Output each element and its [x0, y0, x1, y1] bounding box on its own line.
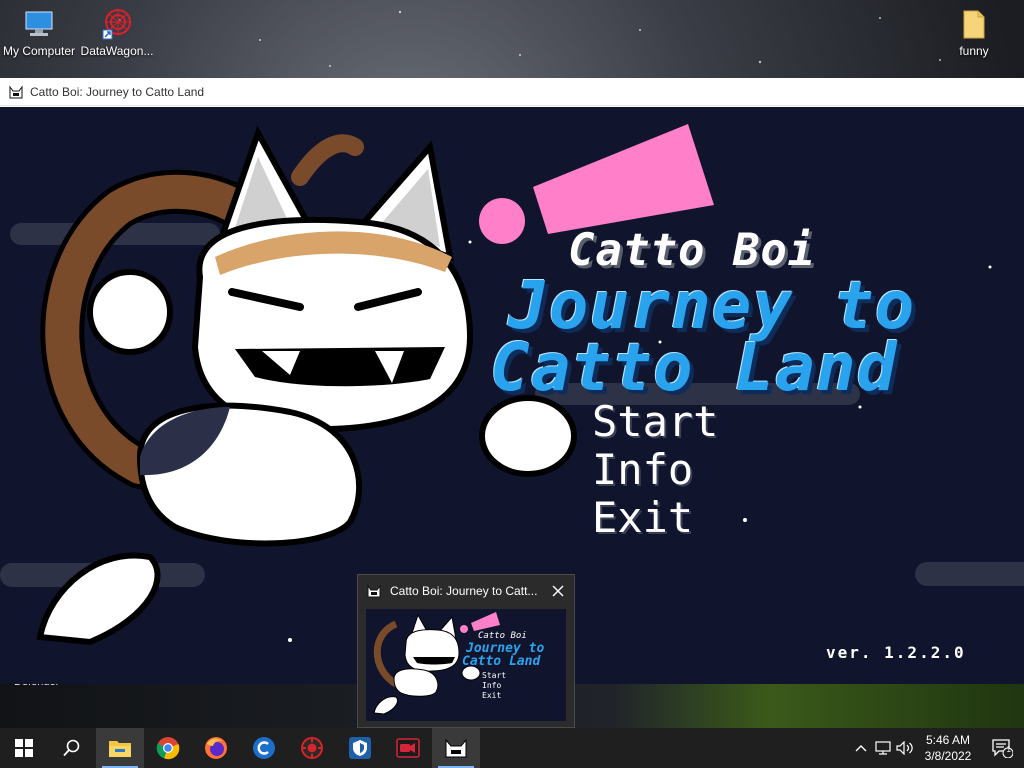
search-button[interactable]	[48, 728, 96, 768]
start-icon	[15, 739, 33, 757]
preview-title: Catto Boi: Journey to Catt...	[390, 584, 538, 598]
desktop-icon-funny-folder[interactable]: funny	[935, 8, 1013, 58]
ccleaner-icon	[253, 737, 275, 759]
preview-menu: Start Info Exit	[482, 671, 506, 701]
game-title-line2: Catto Land	[490, 329, 898, 406]
preview-title-small: Catto Boi	[478, 631, 527, 641]
volume-icon	[896, 741, 913, 755]
preview-thumbnail[interactable]: Catto Boi Journey to Catto Land Start In…	[366, 609, 566, 721]
catto-app-icon	[9, 85, 23, 98]
pink-circle	[479, 198, 525, 244]
start-button[interactable]	[0, 728, 48, 768]
video-recorder-icon	[396, 738, 420, 758]
chrome-icon	[156, 737, 180, 760]
file-explorer-icon	[109, 741, 131, 757]
clock-date: 3/8/2022	[924, 749, 972, 763]
version-label: ver. 1.2.2.0	[826, 643, 966, 662]
folder-icon	[963, 10, 985, 39]
antivirus-icon	[301, 737, 323, 759]
preview-title-line2: Catto Land	[462, 654, 541, 669]
chevron-up-icon	[855, 745, 867, 752]
notification-count-badge: 1	[1006, 745, 1011, 754]
menu-exit-button[interactable]: Exit	[592, 493, 693, 542]
vpn-shield-icon	[349, 737, 371, 759]
catto-app-icon	[367, 584, 381, 598]
taskbar-file-explorer[interactable]	[96, 728, 144, 768]
window-titlebar[interactable]: Catto Boi: Journey to Catto Land	[0, 78, 1024, 106]
preview-menu-exit: Exit	[482, 691, 502, 700]
tray-volume-button[interactable]	[894, 728, 916, 768]
network-icon	[875, 741, 891, 755]
menu-info-button[interactable]: Info	[592, 445, 693, 494]
system-tray: 5:46 AM 3/8/2022 1	[850, 728, 1024, 768]
tray-network-button[interactable]	[872, 728, 894, 768]
notification-center-button[interactable]: 1	[980, 728, 1024, 768]
menu-start-button[interactable]: Start	[592, 397, 718, 446]
desktop-icon-datawagon[interactable]: DataWagon...	[78, 8, 156, 58]
desktop-icon-label: DataWagon...	[80, 44, 154, 58]
computer-icon	[25, 11, 53, 36]
taskbar-ccleaner[interactable]	[240, 728, 288, 768]
preview-close-button[interactable]	[550, 583, 566, 599]
catto-game-icon	[445, 738, 467, 758]
taskbar-catto-game[interactable]	[432, 728, 480, 768]
taskbar-clock[interactable]: 5:46 AM 3/8/2022	[916, 732, 980, 764]
taskbar-firefox[interactable]	[192, 728, 240, 768]
taskbar-vpn[interactable]	[336, 728, 384, 768]
window-title: Catto Boi: Journey to Catto Land	[30, 84, 205, 99]
taskbar: 5:46 AM 3/8/2022 1	[0, 728, 1024, 768]
tray-overflow-button[interactable]	[850, 728, 872, 768]
preview-menu-start: Start	[482, 671, 507, 680]
pink-banner-shape	[533, 124, 714, 234]
datawagon-icon	[102, 9, 131, 40]
firefox-icon	[205, 737, 227, 759]
clock-time: 5:46 AM	[925, 733, 971, 747]
taskbar-antivirus[interactable]	[288, 728, 336, 768]
preview-header: Catto Boi: Journey to Catt...	[358, 575, 574, 607]
taskbar-video-recorder[interactable]	[384, 728, 432, 768]
desktop-icon-label: My Computer	[2, 44, 76, 58]
desktop-icon-my-computer[interactable]: My Computer	[0, 8, 78, 58]
desktop-icon-label: funny	[959, 44, 989, 58]
search-icon	[63, 739, 80, 757]
close-icon	[552, 585, 564, 597]
taskbar-preview-popup[interactable]: Catto Boi: Journey to Catt... Catto Boi …	[357, 574, 575, 728]
taskbar-chrome[interactable]	[144, 728, 192, 768]
preview-menu-info: Info	[482, 681, 502, 690]
